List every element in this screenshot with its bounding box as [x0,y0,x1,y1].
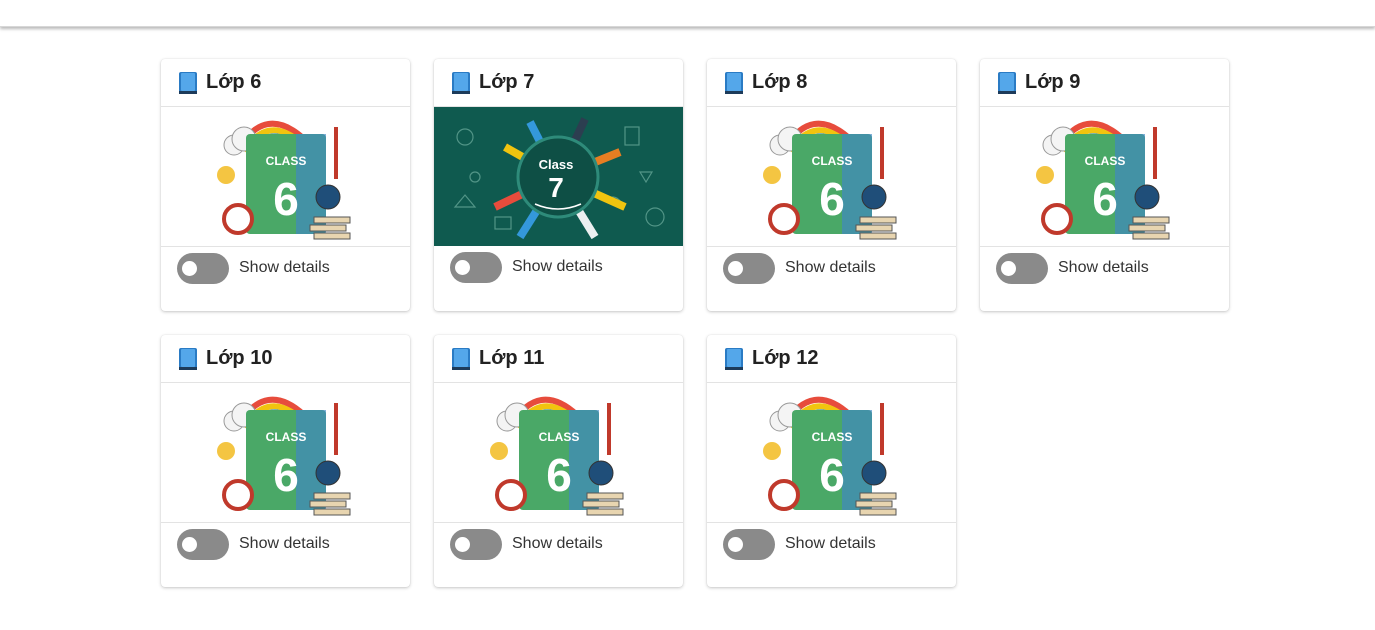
card-controls: Show details [161,523,410,565]
card-header: Lớp 8 [707,59,956,107]
card-header: Lớp 9 [980,59,1229,107]
thumb-number: 6 [819,449,845,501]
card-header: Lớp 11 [434,335,683,383]
class-thumbnail: Class 7 [434,107,683,246]
class-thumbnail: CLASS 6 [707,107,956,247]
toggle-label: Show details [785,259,876,276]
class-thumbnail: CLASS 6 [980,107,1229,247]
toggle-knob [728,260,743,276]
show-details-toggle[interactable] [723,252,775,284]
thumb-badge: CLASS [811,154,852,168]
toggle-knob [182,260,197,276]
show-details-toggle[interactable] [450,528,502,560]
book-icon [179,71,197,94]
toggle-label: Show details [785,535,876,552]
thumb-number: 6 [546,449,572,501]
thumb-badge: CLASS [811,430,852,444]
card-controls: Show details [707,523,956,565]
toggle-knob [182,536,197,552]
toggle-knob [1001,260,1016,276]
show-details-toggle[interactable] [177,252,229,284]
class-card[interactable]: Lớp 6 CLASS 6 Show details [161,59,410,311]
book-icon [452,347,470,370]
card-controls: Show details [434,523,683,565]
toggle-label: Show details [512,258,603,275]
thumb-badge: Class [539,157,574,172]
class-card[interactable]: Lớp 11 CLASS 6 Show details [434,335,683,587]
class-card[interactable]: Lớp 10 CLASS 6 Show details [161,335,410,587]
thumb-badge: CLASS [538,430,579,444]
toggle-knob [728,536,743,552]
card-controls: Show details [434,246,683,288]
thumb-badge: CLASS [265,430,306,444]
card-controls: Show details [161,247,410,289]
thumb-number: 6 [273,449,299,501]
book-icon [725,71,743,94]
card-title: Lớp 11 [479,347,545,369]
card-title: Lớp 6 [206,71,262,93]
show-details-toggle[interactable] [996,252,1048,284]
class-grid: Lớp 6 CLASS 6 Show details Lớp 7 Class 7… [161,59,1229,587]
show-details-toggle[interactable] [177,528,229,560]
thumb-number: 6 [273,173,299,225]
book-icon [998,71,1016,94]
toggle-label: Show details [239,259,330,276]
class-card[interactable]: Lớp 7 Class 7 Show details [434,59,683,311]
show-details-toggle[interactable] [723,528,775,560]
card-header: Lớp 12 [707,335,956,383]
class-card[interactable]: Lớp 12 CLASS 6 Show details [707,335,956,587]
class-card[interactable]: Lớp 8 CLASS 6 Show details [707,59,956,311]
card-title: Lớp 8 [752,71,808,93]
class-thumbnail: CLASS 6 [161,107,410,247]
card-header: Lớp 6 [161,59,410,107]
card-controls: Show details [707,247,956,289]
thumb-number: 6 [1092,173,1118,225]
card-title: Lớp 7 [479,71,535,93]
card-title: Lớp 10 [206,347,273,369]
thumb-number: 6 [819,173,845,225]
toggle-label: Show details [239,535,330,552]
card-controls: Show details [980,247,1229,289]
class-thumbnail: CLASS 6 [434,383,683,523]
thumb-number: 7 [548,172,564,203]
toggle-knob [455,536,470,552]
toggle-label: Show details [1058,259,1149,276]
thumb-badge: CLASS [1084,154,1125,168]
class-thumbnail: CLASS 6 [707,383,956,523]
book-icon [179,347,197,370]
toggle-label: Show details [512,535,603,552]
book-icon [452,71,470,94]
thumb-badge: CLASS [265,154,306,168]
card-title: Lớp 9 [1025,71,1081,93]
card-title: Lớp 12 [752,347,819,369]
toggle-knob [455,259,470,275]
card-header: Lớp 10 [161,335,410,383]
class-card[interactable]: Lớp 9 CLASS 6 Show details [980,59,1229,311]
card-header: Lớp 7 [434,59,683,107]
class-thumbnail: CLASS 6 [161,383,410,523]
show-details-toggle[interactable] [450,251,502,283]
top-app-bar [0,0,1375,27]
book-icon [725,347,743,370]
